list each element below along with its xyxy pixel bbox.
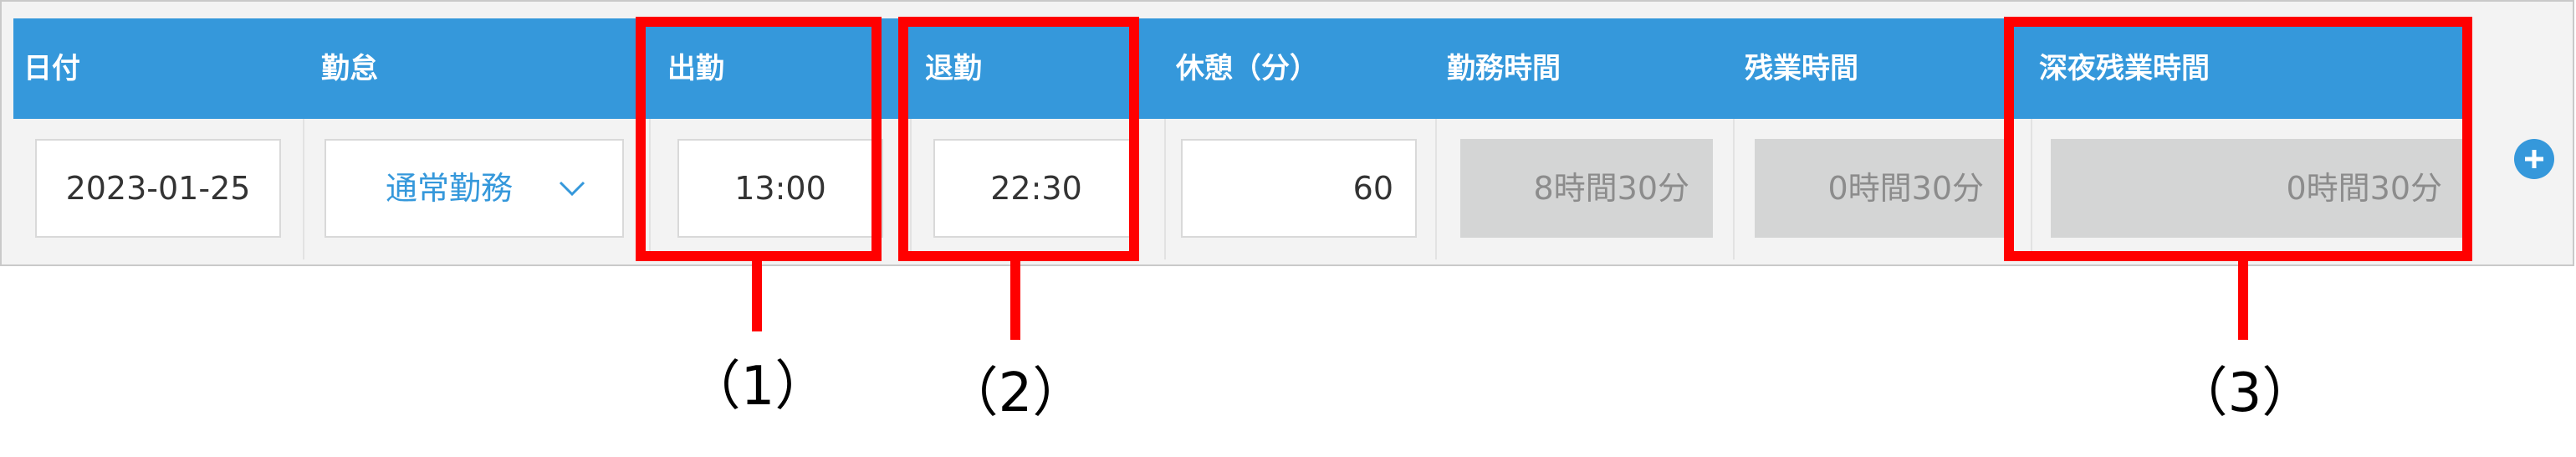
cell-attendance: 通常勤務 <box>304 119 651 259</box>
attendance-type-select[interactable]: 通常勤務 <box>325 139 624 238</box>
date-field[interactable]: 2023-01-25 <box>35 139 281 238</box>
chevron-down-icon <box>559 181 585 197</box>
callout-label-2: （2） <box>944 362 1086 424</box>
highlight-box-night-overtime <box>2004 17 2472 261</box>
cell-overtime: 0時間30分 <box>1735 119 2032 259</box>
cell-work-time: 8時間30分 <box>1437 119 1735 259</box>
highlight-box-clock-out <box>898 17 1139 261</box>
column-header-date: 日付 <box>23 52 80 85</box>
plus-circle-icon <box>2525 150 2543 168</box>
callout-label-1: （1） <box>687 356 829 418</box>
attendance-type-value: 通常勤務 <box>385 170 513 207</box>
overtime-value: 0時間30分 <box>1755 139 2007 238</box>
callout-stem-2 <box>1010 256 1020 340</box>
cell-break: 60 <box>1166 119 1437 259</box>
callout-stem-1 <box>752 256 762 331</box>
callout-stem-3 <box>2238 256 2248 340</box>
add-row-button[interactable] <box>2514 139 2554 179</box>
highlight-box-clock-in <box>636 17 882 261</box>
break-minutes-field[interactable]: 60 <box>1181 139 1417 238</box>
column-header-overtime: 残業時間 <box>1745 52 1858 85</box>
column-header-attendance: 勤怠 <box>321 52 378 85</box>
work-time-value: 8時間30分 <box>1460 139 1713 238</box>
column-header-break: 休憩（分） <box>1176 52 1318 85</box>
column-header-work-time: 勤務時間 <box>1447 52 1561 85</box>
callout-label-3: （3） <box>2174 362 2316 424</box>
cell-date: 2023-01-25 <box>13 119 304 259</box>
